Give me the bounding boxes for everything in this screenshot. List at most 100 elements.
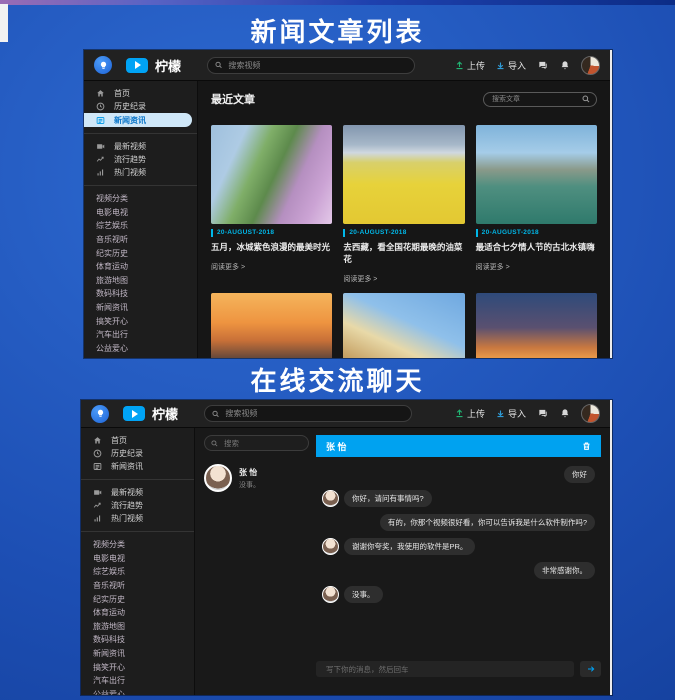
sidebar-label: 首页 — [114, 88, 130, 99]
article-search-box[interactable] — [483, 92, 597, 107]
category-item[interactable]: 纪实历史 — [84, 246, 197, 260]
clock-icon — [93, 449, 102, 458]
upload-button[interactable]: 上传 — [455, 407, 485, 420]
category-item[interactable]: 视频分类 — [81, 538, 194, 552]
chat-conversation-panel: 张 怡 你好 你好，请问有事情吗? 有的，你那个视频很好看，你可以告诉我是什么软… — [316, 435, 601, 687]
article-card[interactable]: 20-AUGUST-2018 五月，冰城紫色浪漫的最美时光 阅读更多 > — [211, 125, 332, 284]
read-more-link[interactable]: 阅读更多 > — [343, 274, 464, 284]
category-item[interactable]: 公益爱心 — [84, 342, 197, 356]
category-item[interactable]: 数码科技 — [84, 287, 197, 301]
article-search-input[interactable] — [490, 95, 578, 104]
sidebar-item-hot[interactable]: 热门视频 — [81, 512, 194, 525]
sidebar-item-news[interactable]: 新闻资讯 — [84, 113, 192, 127]
video-icon — [93, 488, 102, 497]
video-search-input[interactable] — [223, 408, 404, 419]
articles-main: 最近文章 20-AUGUST-2018 五月，冰城紫色浪漫的最美时光 阅读更多 … — [198, 81, 610, 358]
messages-icon[interactable] — [537, 60, 549, 71]
sidebar-label: 热门视频 — [111, 513, 143, 524]
category-item[interactable]: 综艺娱乐 — [84, 219, 197, 233]
sidebar-item-home[interactable]: 首页 — [81, 434, 194, 447]
video-search-box[interactable] — [207, 57, 415, 74]
app-logo[interactable] — [91, 405, 109, 423]
category-item[interactable]: 视频分类 — [84, 192, 197, 206]
article-card[interactable] — [476, 293, 597, 358]
play-logo-icon[interactable] — [126, 58, 148, 73]
divider — [84, 185, 197, 186]
category-item[interactable]: 体育运动 — [81, 606, 194, 620]
chat-header: 张 怡 — [316, 435, 601, 457]
category-item[interactable]: 搞笑开心 — [81, 660, 194, 674]
bell-icon[interactable] — [560, 408, 570, 419]
article-image-european-building — [343, 293, 464, 358]
sidebar-item-history[interactable]: 历史纪录 — [84, 100, 197, 113]
app-header: 柠檬 上传 导入 — [81, 400, 610, 428]
category-item[interactable]: 旅游地图 — [84, 274, 197, 288]
app-logo[interactable] — [94, 56, 112, 74]
article-image-canal-night — [476, 293, 597, 358]
category-item[interactable]: 电影电视 — [84, 206, 197, 220]
chat-partner-name: 张 怡 — [326, 440, 347, 453]
bar-chart-icon — [93, 514, 102, 523]
sidebar-item-trending[interactable]: 流行趋势 — [81, 499, 194, 512]
delete-conversation-button[interactable] — [582, 441, 591, 451]
section-title-chat: 在线交流聊天 — [0, 361, 675, 398]
contact-list-item[interactable]: 张 怡 没事。 — [204, 464, 316, 492]
chat-compose-bar — [316, 661, 601, 677]
messages-icon[interactable] — [537, 408, 549, 419]
sidebar-item-home[interactable]: 首页 — [84, 87, 197, 100]
sidebar-item-latest[interactable]: 最新视频 — [84, 140, 197, 153]
play-logo-icon[interactable] — [123, 406, 145, 421]
message-avatar — [322, 586, 339, 603]
send-button[interactable] — [580, 661, 601, 677]
contact-search-input[interactable] — [222, 438, 302, 449]
article-date: 20-AUGUST-2018 — [343, 229, 464, 237]
app-header: 柠檬 上传 导入 — [84, 50, 610, 81]
sidebar-item-latest[interactable]: 最新视频 — [81, 486, 194, 499]
upload-button[interactable]: 上传 — [455, 59, 485, 72]
video-search-input[interactable] — [226, 60, 407, 71]
sidebar-item-hot[interactable]: 热门视频 — [84, 166, 197, 179]
article-card[interactable] — [211, 293, 332, 358]
category-item[interactable]: 公益爱心 — [81, 688, 194, 695]
category-item[interactable]: 音乐视听 — [84, 233, 197, 247]
user-avatar[interactable] — [581, 56, 600, 75]
message-bubble: 非常感谢你。 — [534, 562, 595, 579]
category-item[interactable]: 纪实历史 — [81, 592, 194, 606]
sidebar-label: 流行趋势 — [114, 154, 146, 165]
video-search-box[interactable] — [204, 405, 412, 422]
article-card[interactable] — [343, 293, 464, 358]
category-item[interactable]: 新闻资讯 — [81, 647, 194, 661]
article-date: 20-AUGUST-2018 — [211, 229, 332, 237]
category-item[interactable]: 汽车出行 — [84, 328, 197, 342]
article-card[interactable]: 20-AUGUST-2018 最适合七夕情人节的古北水镇嗨 阅读更多 > — [476, 125, 597, 284]
contact-search-box[interactable] — [204, 435, 309, 451]
import-button[interactable]: 导入 — [496, 407, 526, 420]
message-input-box[interactable] — [316, 661, 574, 677]
user-avatar[interactable] — [581, 404, 600, 423]
read-more-link[interactable]: 阅读更多 > — [211, 262, 332, 272]
import-button[interactable]: 导入 — [496, 59, 526, 72]
message-list: 你好 你好，请问有事情吗? 有的，你那个视频很好看，你可以告诉我是什么软件制作吗… — [316, 457, 601, 654]
category-item[interactable]: 综艺娱乐 — [81, 565, 194, 579]
message-input[interactable] — [324, 664, 566, 675]
category-item[interactable]: 音乐视听 — [81, 579, 194, 593]
article-card[interactable]: 20-AUGUST-2018 去西藏，看全国花期最晚的油菜花 阅读更多 > — [343, 125, 464, 284]
import-icon — [496, 409, 505, 418]
category-item[interactable]: 数码科技 — [81, 633, 194, 647]
read-more-link[interactable]: 阅读更多 > — [476, 262, 597, 272]
category-item[interactable]: 汽车出行 — [81, 674, 194, 688]
category-item[interactable]: 体育运动 — [84, 260, 197, 274]
sidebar-label: 热门视频 — [114, 167, 146, 178]
message-row: 谢谢你夸奖，我使用的软件是PR。 — [322, 538, 595, 555]
sidebar-item-news[interactable]: 新闻资讯 — [81, 460, 194, 473]
category-item[interactable]: 新闻资讯 — [84, 301, 197, 315]
search-icon — [582, 95, 590, 103]
category-item[interactable]: 搞笑开心 — [84, 314, 197, 328]
bell-icon[interactable] — [560, 60, 570, 71]
newspaper-icon — [93, 462, 102, 471]
sidebar-label: 最新视频 — [114, 141, 146, 152]
category-item[interactable]: 电影电视 — [81, 552, 194, 566]
category-item[interactable]: 旅游地图 — [81, 620, 194, 634]
sidebar-item-history[interactable]: 历史纪录 — [81, 447, 194, 460]
sidebar-item-trending[interactable]: 流行趋势 — [84, 153, 197, 166]
